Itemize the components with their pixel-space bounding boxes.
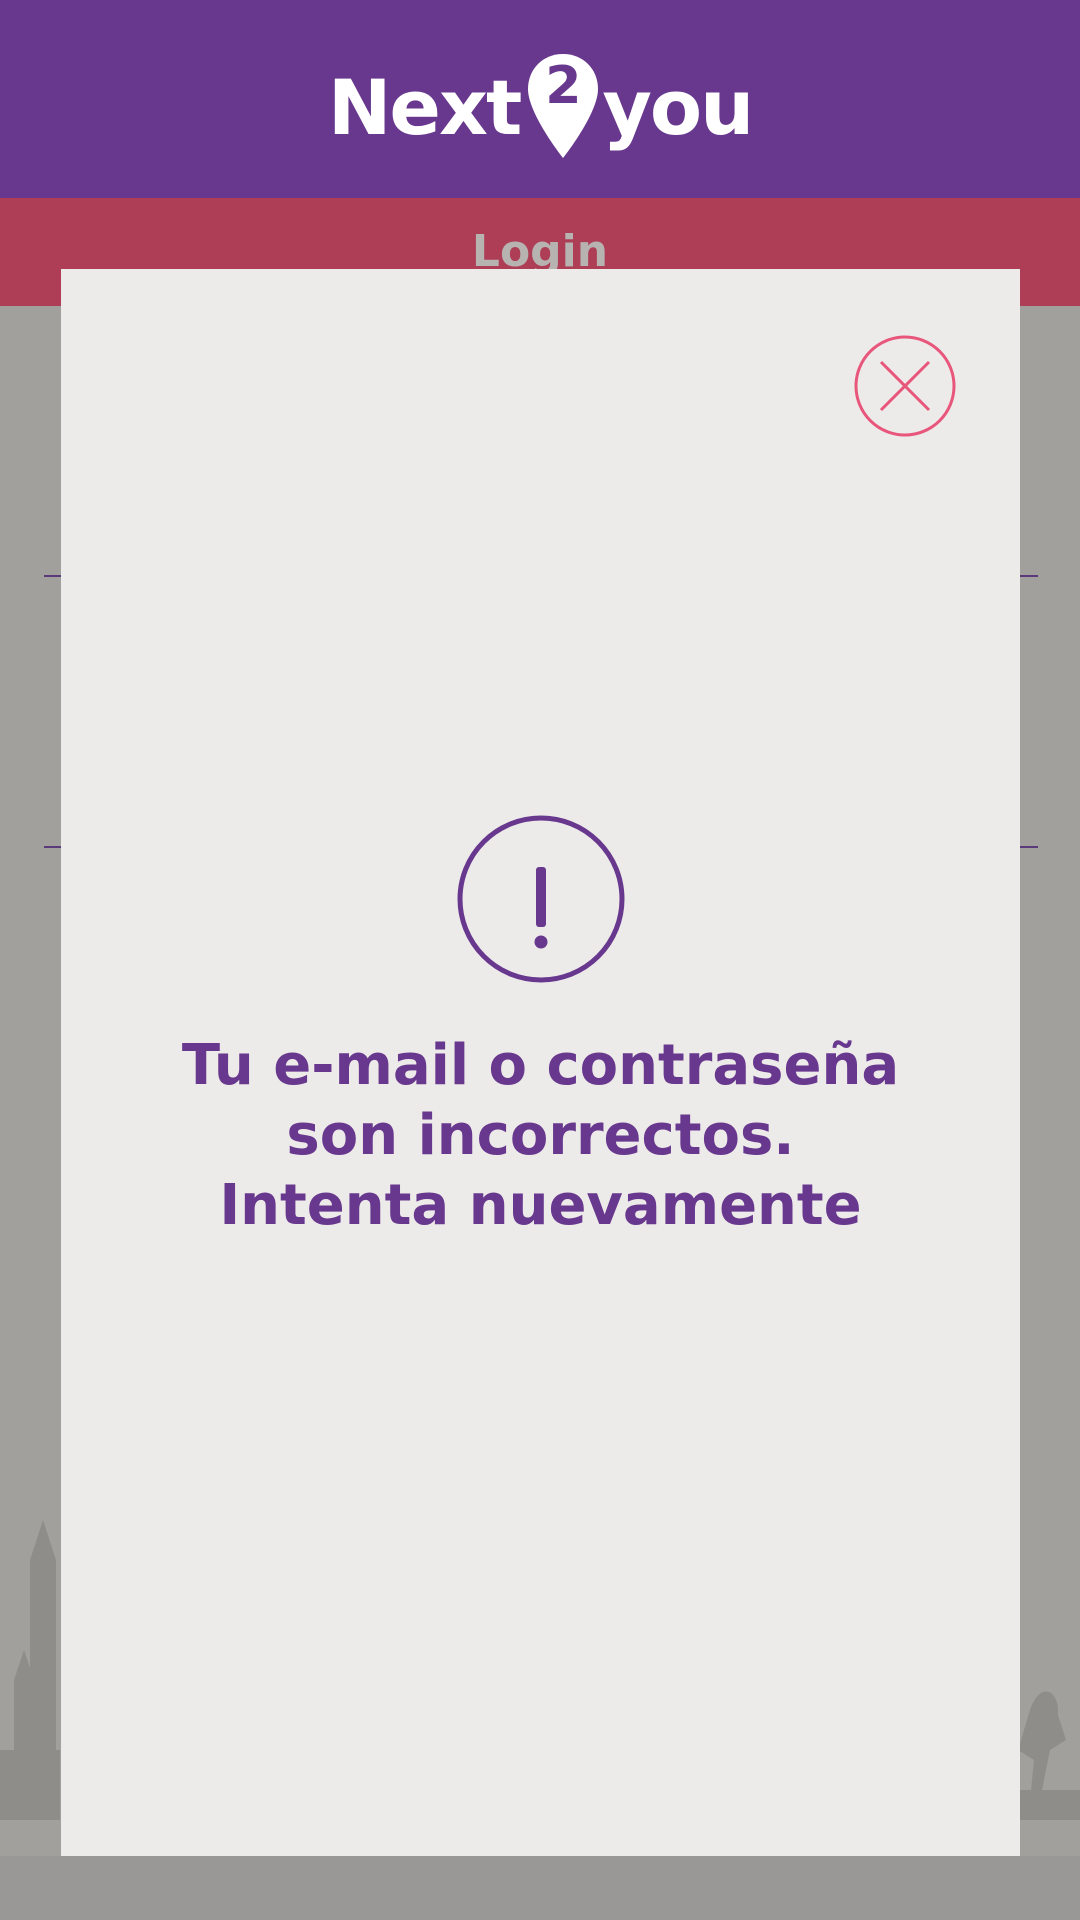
error-message: Tu e-mail o contraseña son incorrectos. … bbox=[61, 1031, 1020, 1241]
logo-text-next: Next bbox=[327, 62, 523, 152]
error-dialog: Tu e-mail o contraseña son incorrectos. … bbox=[61, 269, 1020, 1856]
error-message-line: son incorrectos. bbox=[286, 1103, 795, 1168]
error-message-line: Tu e-mail o contraseña bbox=[181, 1033, 900, 1098]
background-divider bbox=[1018, 846, 1038, 848]
background-divider bbox=[1018, 575, 1038, 577]
close-button[interactable] bbox=[854, 335, 956, 437]
map-pin-icon: 2 bbox=[526, 52, 600, 162]
logo-text-you: you bbox=[602, 62, 754, 152]
app-header: Next 2 you bbox=[0, 0, 1080, 198]
error-message-line: Intenta nuevamente bbox=[219, 1173, 862, 1238]
close-icon bbox=[854, 335, 956, 437]
logo-pin-digit: 2 bbox=[545, 56, 582, 116]
exclamation-icon bbox=[457, 815, 625, 983]
app-logo: Next 2 you bbox=[0, 52, 1080, 162]
bottom-strip bbox=[0, 1856, 1080, 1920]
app-screen: Next 2 you Login Tu e-mail o contraseña … bbox=[0, 0, 1080, 1920]
